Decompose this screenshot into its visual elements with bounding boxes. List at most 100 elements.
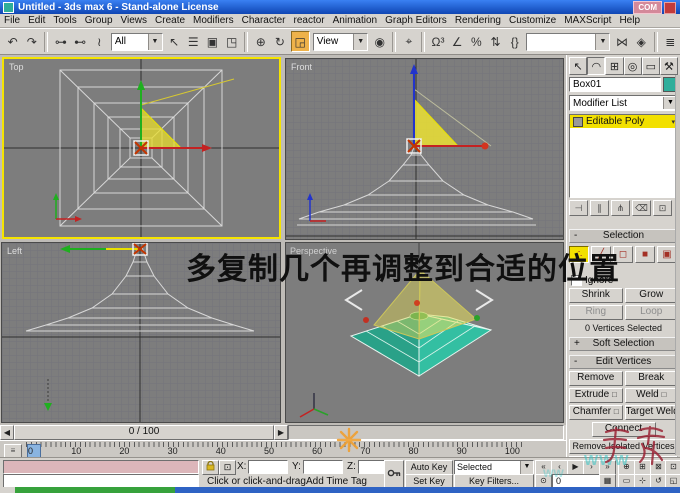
- viewport-label-front[interactable]: Front: [291, 62, 313, 72]
- menu-graph-editors[interactable]: Graph Editors: [381, 15, 451, 26]
- viewport-label-top[interactable]: Top: [9, 62, 24, 72]
- modify-tab-icon[interactable]: ◠: [587, 57, 606, 75]
- menu-modifiers[interactable]: Modifiers: [189, 15, 238, 26]
- previous-frame-arrow[interactable]: ◀: [0, 425, 14, 440]
- viewport-front[interactable]: Front: [285, 58, 564, 240]
- named-selection-sets-icon[interactable]: {}: [506, 32, 524, 51]
- hierarchy-tab-icon[interactable]: ⊞: [605, 57, 624, 75]
- absolute-offset-mode-icon[interactable]: ⊡: [219, 460, 236, 475]
- snap-toggle-icon[interactable]: Ω³: [429, 32, 447, 51]
- time-slider-track[interactable]: [288, 425, 564, 440]
- break-button[interactable]: Break: [624, 371, 678, 386]
- menu-create[interactable]: Create: [151, 15, 189, 26]
- chamfer-settings-icon[interactable]: □: [614, 407, 619, 416]
- modifier-list-dropdown[interactable]: Modifier List ▼: [569, 95, 678, 111]
- y-coordinate-field[interactable]: [303, 460, 343, 474]
- align-icon[interactable]: ◈: [632, 32, 650, 51]
- mirror-icon[interactable]: ⋈: [613, 32, 631, 51]
- remove-button[interactable]: Remove: [569, 371, 623, 386]
- ime-indicator[interactable]: COM: [633, 1, 662, 14]
- ime-close-button[interactable]: [664, 2, 676, 14]
- menu-group[interactable]: Group: [81, 15, 117, 26]
- weld-button[interactable]: Weld □: [624, 388, 678, 403]
- display-tab-icon[interactable]: ▭: [641, 57, 660, 75]
- utilities-tab-icon[interactable]: ⚒: [659, 57, 679, 75]
- menu-tools[interactable]: Tools: [49, 15, 80, 26]
- viewport-top[interactable]: Top: [2, 57, 281, 239]
- extrude-settings-icon[interactable]: □: [612, 390, 617, 399]
- chevron-down-icon[interactable]: ▼: [353, 33, 368, 50]
- maxscript-input-line[interactable]: [3, 474, 199, 488]
- window-crossing-icon[interactable]: ◳: [223, 32, 241, 51]
- object-name-field[interactable]: Box01: [569, 77, 661, 92]
- target-weld-button[interactable]: Target Weld: [624, 405, 678, 420]
- menu-maxscript[interactable]: MAXScript: [560, 15, 615, 26]
- menu-animation[interactable]: Animation: [329, 15, 381, 26]
- viewport-label-left[interactable]: Left: [7, 246, 23, 256]
- reference-coordinate-dropdown[interactable]: View ▼: [312, 32, 369, 51]
- set-key-icon[interactable]: [384, 460, 404, 489]
- pin-stack-icon[interactable]: ⊣: [569, 200, 588, 216]
- menu-character[interactable]: Character: [238, 15, 290, 26]
- remove-modifier-icon[interactable]: ⌫: [632, 200, 651, 216]
- select-by-name-icon[interactable]: ☰: [184, 32, 202, 51]
- use-center-icon[interactable]: ◉: [371, 32, 389, 51]
- menu-views[interactable]: Views: [117, 15, 152, 26]
- x-coordinate-field[interactable]: [248, 460, 288, 474]
- chamfer-button[interactable]: Chamfer □: [569, 405, 623, 420]
- rectangular-selection-icon[interactable]: ▣: [203, 32, 222, 51]
- time-slider-handle[interactable]: 0 / 100: [14, 425, 274, 440]
- configure-modifier-sets-icon[interactable]: ⊡: [653, 200, 672, 216]
- create-tab-icon[interactable]: ↖: [569, 57, 588, 75]
- edit-vertices-rollout-header[interactable]: - Edit Vertices: [569, 355, 678, 369]
- chevron-down-icon[interactable]: ▼: [520, 461, 533, 474]
- play-icon[interactable]: ▶: [567, 460, 584, 475]
- weld-settings-icon[interactable]: □: [662, 390, 667, 399]
- angle-snap-icon[interactable]: ∠: [448, 32, 466, 51]
- undo-icon[interactable]: ↶: [4, 32, 22, 51]
- chevron-down-icon[interactable]: ▼: [595, 33, 610, 50]
- spinner-snap-icon[interactable]: ⇅: [486, 32, 505, 51]
- grow-button[interactable]: Grow: [624, 288, 678, 303]
- make-unique-icon[interactable]: ⋔: [611, 200, 630, 216]
- bind-to-spacewarp-icon[interactable]: ≀: [90, 32, 108, 51]
- layer-manager-icon[interactable]: ≣: [661, 32, 679, 51]
- select-and-link-icon[interactable]: ⊶: [52, 32, 70, 51]
- chevron-down-icon[interactable]: ▼: [147, 33, 162, 50]
- selection-rollout-header[interactable]: - Selection: [569, 229, 678, 243]
- maxscript-listener-line[interactable]: [3, 460, 199, 474]
- menu-help[interactable]: Help: [615, 15, 644, 26]
- select-and-scale-icon[interactable]: ◲: [290, 31, 310, 52]
- selection-filter-dropdown[interactable]: All ▼: [110, 32, 163, 51]
- menu-file[interactable]: File: [0, 15, 24, 26]
- menu-reactor[interactable]: reactor: [290, 15, 329, 26]
- select-object-icon[interactable]: ↖: [165, 32, 183, 51]
- select-and-rotate-icon[interactable]: ↻: [271, 32, 289, 51]
- unlink-selection-icon[interactable]: ⊷: [71, 32, 89, 51]
- redo-icon[interactable]: ↷: [23, 32, 41, 51]
- menu-rendering[interactable]: Rendering: [451, 15, 505, 26]
- stack-item-editable-poly[interactable]: Editable Poly ▾: [570, 115, 677, 128]
- extrude-button[interactable]: Extrude □: [569, 388, 623, 403]
- selection-set-dropdown[interactable]: Selected ▼: [454, 460, 534, 475]
- mini-curve-editor-icon[interactable]: ≡: [4, 444, 22, 458]
- element-subobject-icon[interactable]: ▣: [657, 246, 677, 263]
- percent-snap-icon[interactable]: %: [467, 32, 485, 51]
- show-end-result-icon[interactable]: ∥: [590, 200, 609, 216]
- select-and-move-icon[interactable]: ⊕: [252, 32, 270, 51]
- shrink-button[interactable]: Shrink: [569, 288, 623, 303]
- toolbar-separator: [244, 31, 249, 52]
- polygon-subobject-icon[interactable]: ■: [635, 246, 655, 263]
- motion-tab-icon[interactable]: ◎: [623, 57, 642, 75]
- next-frame-arrow[interactable]: ▶: [274, 425, 288, 440]
- panel-scrollbar[interactable]: [675, 75, 680, 455]
- select-and-manipulate-icon[interactable]: ⌖: [400, 32, 418, 51]
- selection-lock-icon[interactable]: [202, 460, 219, 475]
- track-bar[interactable]: ≡ 0 10 20 30 40 50 60 70 80 90 100: [0, 440, 566, 458]
- soft-selection-rollout-header[interactable]: + Soft Selection: [569, 337, 678, 351]
- named-selection-dropdown[interactable]: ▼: [526, 32, 611, 51]
- menu-edit[interactable]: Edit: [24, 15, 49, 26]
- title-bar[interactable]: Untitled - 3ds max 6 - Stand-alone Licen…: [0, 0, 680, 14]
- menu-customize[interactable]: Customize: [505, 15, 560, 26]
- auto-key-button[interactable]: Auto Key: [405, 460, 453, 475]
